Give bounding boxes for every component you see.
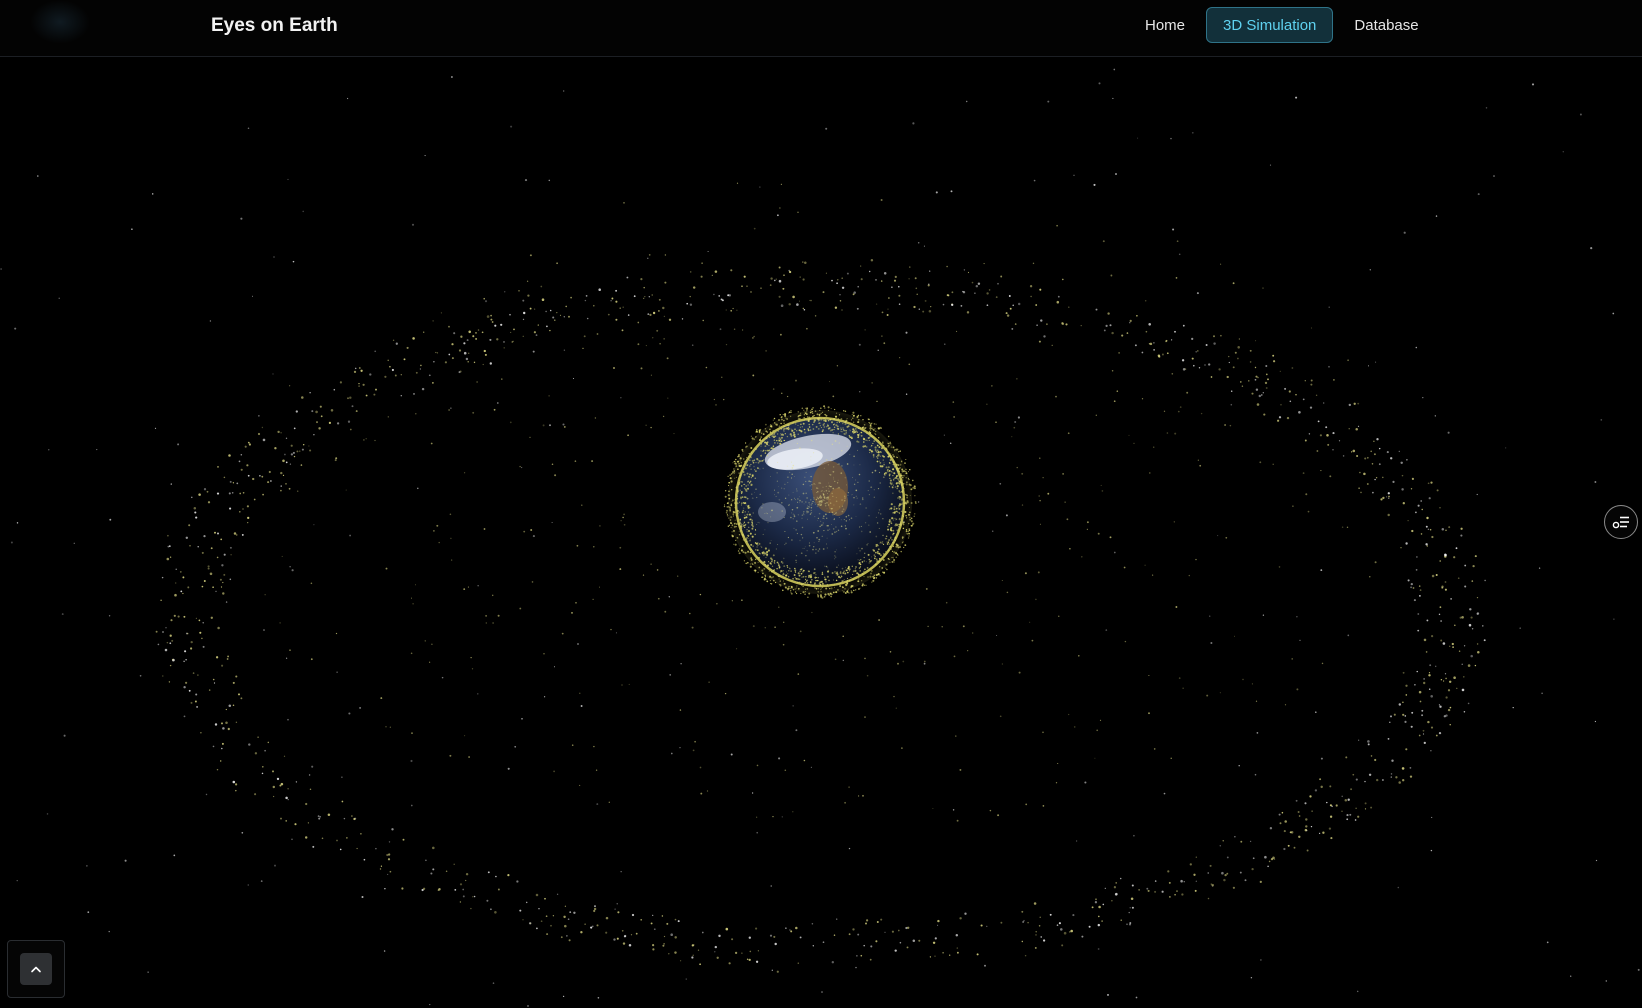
settings-list-icon bbox=[1612, 516, 1629, 529]
bottom-control-panel bbox=[7, 940, 65, 998]
space-scene[interactable] bbox=[0, 57, 1642, 1008]
nav-3d-simulation-link[interactable]: 3D Simulation bbox=[1206, 7, 1334, 43]
scroll-top-button[interactable] bbox=[20, 953, 52, 985]
simulation-canvas[interactable] bbox=[0, 57, 1642, 1008]
top-navbar: Eyes on Earth Home 3D Simulation Databas… bbox=[0, 0, 1642, 57]
nav-database-link[interactable]: Database bbox=[1339, 7, 1433, 43]
logo-glow bbox=[30, 0, 90, 44]
brand-title[interactable]: Eyes on Earth bbox=[211, 14, 338, 38]
nav-home-link[interactable]: Home bbox=[1130, 7, 1200, 43]
side-panel-toggle-button[interactable] bbox=[1604, 505, 1638, 539]
nav-links: Home 3D Simulation Database bbox=[1130, 7, 1434, 43]
chevron-up-icon bbox=[31, 966, 41, 973]
